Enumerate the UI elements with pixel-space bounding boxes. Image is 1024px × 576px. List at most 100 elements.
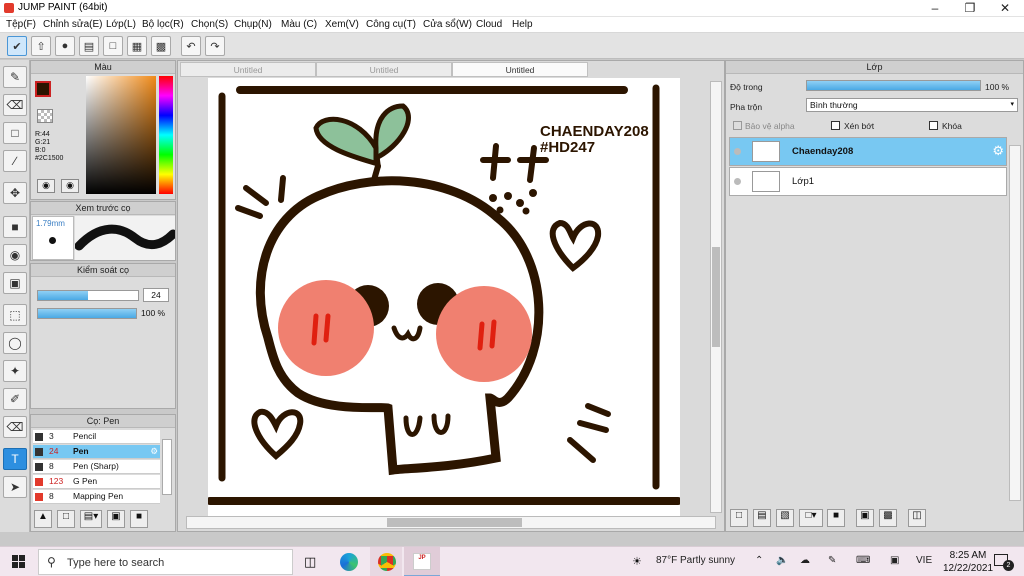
horizontal-scrollbar[interactable]	[186, 516, 716, 529]
keyboard-icon[interactable]: ⌨	[856, 555, 870, 566]
pen-icon[interactable]: ✎	[828, 555, 836, 566]
eyedropper-tool-icon[interactable]: ➤	[3, 476, 27, 498]
vertical-scrollbar[interactable]	[710, 81, 722, 513]
hue-slider[interactable]	[159, 76, 173, 194]
brush-settings-icon[interactable]: ▲	[34, 510, 52, 528]
page-icon[interactable]: □	[103, 36, 123, 56]
menu-edit[interactable]: Chỉnh sửa(E)	[43, 19, 103, 30]
color-picker-area[interactable]	[86, 76, 156, 194]
brush-list-item[interactable]: 24 Pen ⚙	[33, 445, 160, 459]
new-text-layer-icon[interactable]: ▧	[776, 509, 794, 527]
fill-rect-tool-icon[interactable]: ■	[3, 216, 27, 238]
lock-checkbox[interactable]	[929, 121, 938, 130]
task-view-icon[interactable]: ◫	[304, 554, 316, 570]
copy-brush-icon[interactable]: ▣	[107, 510, 125, 528]
brush-list-scrollbar[interactable]	[162, 439, 172, 495]
vertical-scroll-thumb[interactable]	[712, 247, 720, 347]
document-tab-2[interactable]: Untitled	[316, 62, 452, 77]
visibility-icon[interactable]	[734, 178, 741, 185]
document-tab-3[interactable]: Untitled	[452, 62, 588, 77]
palette-icon[interactable]: ◉	[61, 179, 79, 193]
brush-list-item[interactable]: 8 Pen (Sharp)	[33, 460, 160, 474]
select-eraser-tool-icon[interactable]: ⌫	[3, 416, 27, 438]
menu-color[interactable]: Màu (C)	[281, 19, 317, 30]
brush-folder-icon[interactable]: ■	[130, 510, 148, 528]
move-tool-icon[interactable]: ✥	[3, 182, 27, 204]
cloud-sync-icon[interactable]: ✔	[7, 36, 27, 56]
close-button[interactable]: ✕	[988, 0, 1022, 17]
text-tool-icon[interactable]: T	[3, 448, 27, 470]
redo-icon[interactable]: ↷	[205, 36, 225, 56]
gear-icon[interactable]: ⚙	[150, 445, 158, 458]
windows-start-icon[interactable]	[12, 555, 25, 568]
menu-window[interactable]: Cửa sổ(W)	[423, 19, 472, 30]
brush-tool-icon[interactable]: ✎	[3, 66, 27, 88]
brush-opacity-slider[interactable]	[37, 308, 137, 319]
horizontal-scroll-thumb[interactable]	[387, 518, 522, 527]
rectangle-tool-icon[interactable]: □	[3, 122, 27, 144]
clock[interactable]: 8:25 AM 12/22/2021	[943, 549, 993, 575]
lasso-tool-icon[interactable]: ◯	[3, 332, 27, 354]
color-wheel-icon[interactable]: ◉	[37, 179, 55, 193]
panel-layout-icon[interactable]: ▦	[127, 36, 147, 56]
edge-browser-icon[interactable]	[340, 553, 358, 571]
brush-size-input[interactable]: 24	[143, 288, 169, 302]
network-icon[interactable]: ▣	[890, 555, 899, 566]
message-icon[interactable]: ▤	[79, 36, 99, 56]
new-layer-icon[interactable]: □	[730, 509, 748, 527]
taskbar-search-box[interactable]: ⚲ Type here to search	[38, 549, 293, 575]
visibility-icon[interactable]	[734, 148, 741, 155]
drawing-canvas[interactable]: CHAENDAY208 #HD247	[206, 78, 682, 516]
duplicate-layer-icon[interactable]: ▣	[856, 509, 874, 527]
menu-file[interactable]: Tệp(F)	[6, 19, 36, 30]
transparent-color-swatch[interactable]	[37, 109, 53, 123]
rect-select-tool-icon[interactable]: ⬚	[3, 304, 27, 326]
clipping-checkbox[interactable]	[831, 121, 840, 130]
protect-alpha-checkbox[interactable]	[733, 121, 742, 130]
input-language[interactable]: VIE	[916, 555, 932, 566]
grid-layout-icon[interactable]: ▩	[151, 36, 171, 56]
delete-layer-icon[interactable]: ◫	[908, 509, 926, 527]
new-brush-icon[interactable]: □	[57, 510, 75, 528]
menu-filter[interactable]: Bộ lọc(R)	[142, 19, 184, 30]
menu-layer[interactable]: Lớp(L)	[106, 19, 136, 30]
document-tab-1[interactable]: Untitled	[180, 62, 316, 77]
layer-add-menu-icon[interactable]: □▾	[799, 509, 823, 527]
layer-row[interactable]: Lớp1	[729, 167, 1007, 196]
jump-paint-app-icon[interactable]: JP	[413, 553, 431, 570]
main-color-swatch[interactable]	[35, 81, 51, 97]
layer-opacity-slider[interactable]	[806, 80, 981, 91]
brush-list-item[interactable]: 3 Pencil	[33, 430, 160, 444]
show-hidden-icons-icon[interactable]: ⌃	[755, 555, 763, 566]
chrome-browser-icon[interactable]	[378, 553, 396, 571]
layer-scrollbar[interactable]	[1009, 145, 1021, 501]
blend-mode-select[interactable]: Bình thường ▾	[806, 98, 1018, 112]
brush-size-slider[interactable]	[37, 290, 139, 301]
eraser-tool-icon[interactable]: ⌫	[3, 94, 27, 116]
minimize-button[interactable]: –	[918, 0, 952, 17]
select-pen-tool-icon[interactable]: ✐	[3, 388, 27, 410]
share-icon[interactable]: ⇧	[31, 36, 51, 56]
brush-menu-icon[interactable]: ▤▾	[80, 510, 102, 528]
menu-help[interactable]: Help	[512, 19, 533, 30]
undo-icon[interactable]: ↶	[181, 36, 201, 56]
menu-select[interactable]: Chọn(S)	[191, 19, 228, 30]
gradient-tool-icon[interactable]: ▣	[3, 272, 27, 294]
brush-list-item[interactable]: 8 Mapping Pen	[33, 490, 160, 504]
magic-wand-tool-icon[interactable]: ✦	[3, 360, 27, 382]
line-tool-icon[interactable]: ∕	[3, 150, 27, 172]
layer-folder-icon[interactable]: ■	[827, 509, 845, 527]
maximize-button[interactable]: ❐	[953, 0, 987, 17]
menu-view[interactable]: Xem(V)	[325, 19, 359, 30]
onedrive-icon[interactable]: ☁	[800, 555, 810, 566]
speaker-icon[interactable]: 🔈	[776, 555, 788, 566]
gear-icon[interactable]: ⚙	[992, 143, 1004, 159]
brush-list-item[interactable]: 123 G Pen	[33, 475, 160, 489]
bucket-tool-icon[interactable]: ◉	[3, 244, 27, 266]
merge-layer-icon[interactable]: ▩	[879, 509, 897, 527]
layer-row[interactable]: Chaenday208 ⚙	[729, 137, 1007, 166]
menu-capture[interactable]: Chụp(N)	[234, 19, 272, 30]
menu-tools[interactable]: Công cụ(T)	[366, 19, 416, 30]
new-raster-layer-icon[interactable]: ▤	[753, 509, 771, 527]
menu-cloud[interactable]: Cloud	[476, 19, 502, 30]
